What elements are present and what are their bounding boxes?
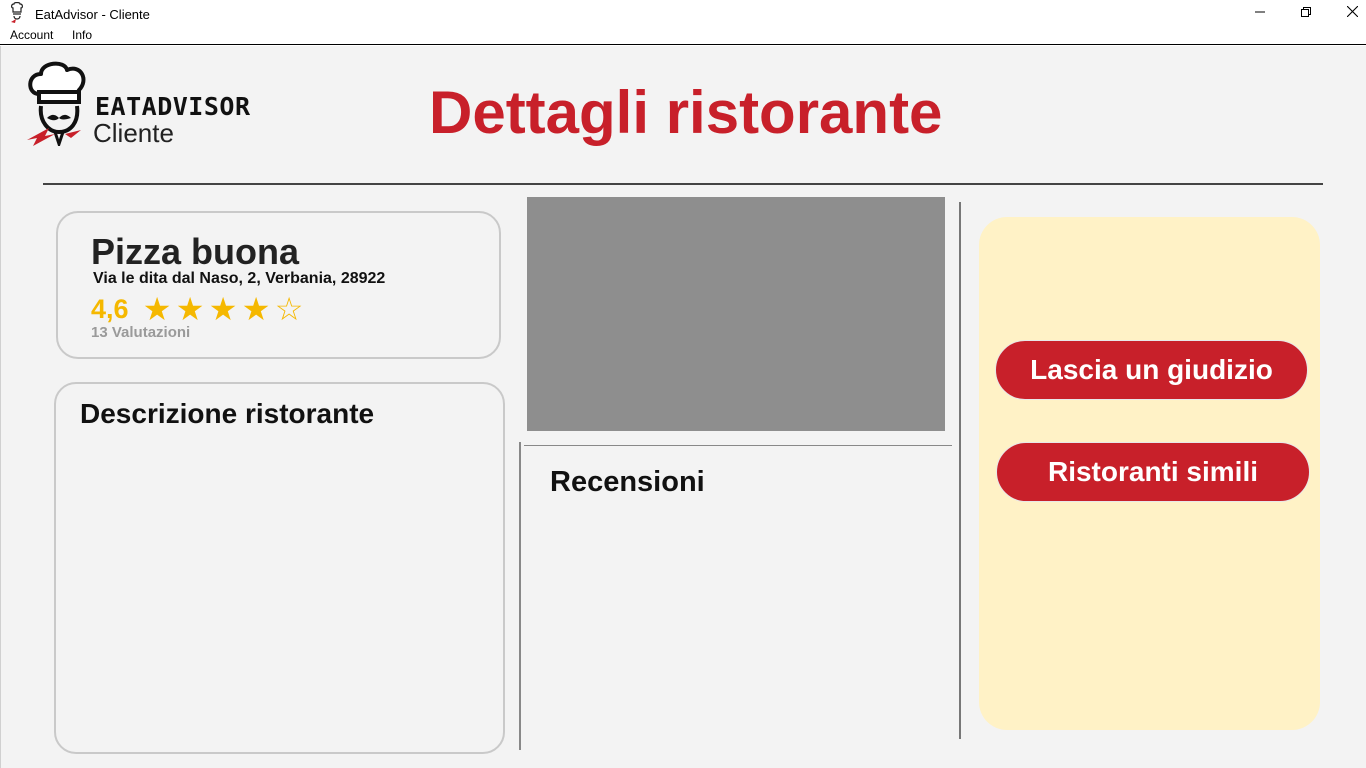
close-icon — [1346, 4, 1358, 22]
star-filled-icon: ★ — [208, 291, 238, 327]
rating-stars: ★ ★ ★ ★ ☆ — [141, 291, 306, 327]
similar-restaurants-button[interactable]: Ristoranti simili — [996, 442, 1310, 502]
description-card: Descrizione ristorante — [54, 382, 505, 754]
star-empty-icon: ☆ — [274, 291, 304, 327]
restore-button[interactable] — [1283, 0, 1329, 26]
menu-bar: Account Info — [0, 26, 1366, 45]
logo-subtitle: Cliente — [93, 118, 174, 148]
restore-icon — [1301, 4, 1311, 22]
restaurant-address: Via le dita dal Naso, 2, Verbania, 28922 — [93, 270, 386, 287]
window-titlebar: EatAdvisor - Cliente — [0, 0, 1366, 26]
leave-review-button[interactable]: Lascia un giudizio — [995, 340, 1308, 400]
main-content: EATADVISOR Cliente Dettagli ristorante P… — [0, 46, 1366, 768]
minimize-icon — [1255, 4, 1265, 22]
rating-value: 4,6 — [91, 293, 129, 324]
reviews-title: Recensioni — [550, 466, 705, 498]
description-title: Descrizione ristorante — [80, 398, 375, 429]
star-filled-icon: ★ — [142, 291, 172, 327]
star-filled-icon: ★ — [175, 291, 205, 327]
reviews-divider — [524, 445, 952, 446]
page-title: Dettagli ristorante — [429, 79, 943, 146]
star-filled-icon: ★ — [241, 291, 271, 327]
close-button[interactable] — [1329, 0, 1366, 26]
header-divider — [43, 183, 1323, 185]
chef-hat-icon — [10, 1, 24, 24]
vertical-divider — [519, 442, 521, 750]
rating-count: 13 Valutazioni — [91, 324, 191, 341]
restaurant-image — [527, 197, 945, 431]
menu-account[interactable]: Account — [10, 28, 53, 42]
eatadvisor-logo: EATADVISOR Cliente — [25, 60, 275, 150]
vertical-divider — [959, 202, 961, 739]
window-title: EatAdvisor - Cliente — [35, 7, 150, 22]
chef-hat-logo-icon — [25, 60, 91, 149]
restaurant-info-card: Pizza buona Via le dita dal Naso, 2, Ver… — [56, 211, 501, 359]
rating-row: 4,6 ★ ★ ★ ★ ☆ — [91, 291, 306, 327]
logo-brand-text: EATADVISOR — [95, 92, 251, 121]
menu-info[interactable]: Info — [72, 28, 92, 42]
minimize-button[interactable] — [1237, 0, 1283, 26]
restaurant-name: Pizza buona — [91, 231, 300, 272]
